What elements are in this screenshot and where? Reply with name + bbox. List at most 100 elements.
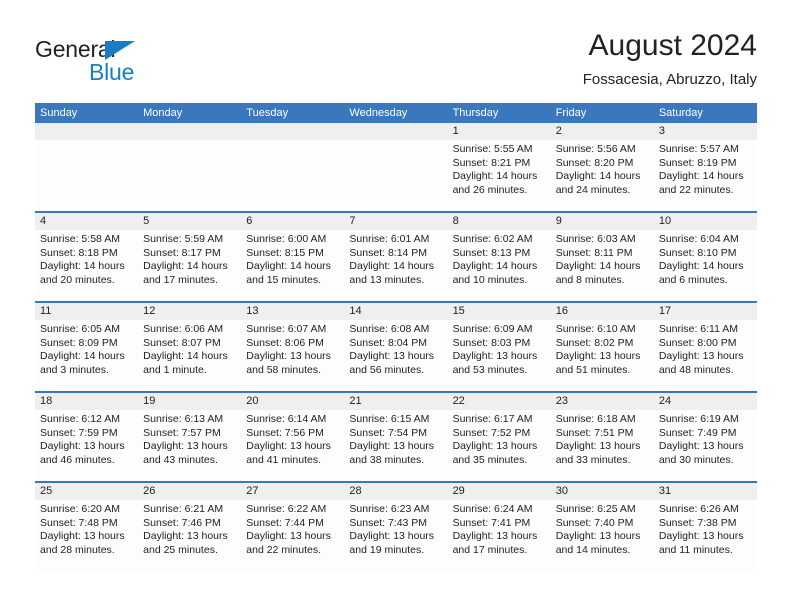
day-detail-line: Daylight: 14 hours (555, 170, 641, 183)
day-number-7[interactable]: 7 (344, 213, 447, 230)
day-detail-line: Daylight: 13 hours (246, 350, 331, 363)
day-cell-6[interactable]: Sunrise: 6:00 AM Sunset: 8:15 PM Daylight:… (241, 230, 344, 301)
day-cell-16[interactable]: Sunrise: 6:10 AM Sunset: 8:02 PM Daylight:… (551, 320, 654, 391)
day-cell-15[interactable]: Sunrise: 6:09 AM Sunset: 8:03 PM Daylight:… (448, 320, 551, 391)
day-detail-line: Sunrise: 6:12 AM (40, 413, 120, 425)
day-detail-line: Sunset: 7:49 PM (658, 426, 737, 439)
day-number-13[interactable]: 13 (241, 303, 344, 320)
day-cell-24[interactable]: Sunrise: 6:19 AM Sunset: 7:49 PM Daylight:… (654, 410, 757, 481)
week-daynumber-band: 18 19 20 21 22 23 24 (35, 393, 757, 410)
day-cell-10[interactable]: Sunrise: 6:04 AM Sunset: 8:10 PM Daylight:… (654, 230, 757, 301)
calendar-week-row: 11 12 13 14 15 16 17 Sunrise: 6:05 AM Sunset: 8:… (35, 301, 757, 391)
day-cell-31[interactable]: Sunrise: 6:26 AM Sunset: 7:38 PM Daylight:… (654, 500, 757, 571)
day-number-22[interactable]: 22 (448, 393, 551, 410)
day-number-23[interactable]: 23 (551, 393, 654, 410)
day-cell-3[interactable]: Sunrise: 5:57 AM Sunset: 8:19 PM Daylight:… (654, 140, 757, 211)
day-cell-18[interactable]: Sunrise: 6:12 AM Sunset: 7:59 PM Daylight:… (35, 410, 138, 481)
day-cell-12[interactable]: Sunrise: 6:06 AM Sunset: 8:07 PM Daylight:… (138, 320, 241, 391)
day-detail-line: and 19 minutes. (349, 543, 425, 556)
day-number-8[interactable]: 8 (448, 213, 551, 230)
day-detail-line: and 25 minutes. (143, 543, 218, 556)
day-number-24[interactable]: 24 (654, 393, 757, 410)
day-detail-line: Sunrise: 6:22 AM (246, 503, 327, 515)
day-number-31[interactable]: 31 (654, 483, 757, 500)
day-cell-28[interactable]: Sunrise: 6:23 AM Sunset: 7:43 PM Daylight:… (344, 500, 447, 571)
week-daynumber-band: 11 12 13 14 15 16 17 (35, 303, 757, 320)
day-number-4[interactable]: 4 (35, 213, 138, 230)
day-detail-line: and 14 minutes. (555, 543, 631, 556)
day-number-14[interactable]: 14 (344, 303, 447, 320)
day-number-29[interactable]: 29 (448, 483, 551, 500)
day-detail-line: Sunset: 7:38 PM (658, 516, 737, 529)
day-number-18[interactable]: 18 (35, 393, 138, 410)
day-number-2[interactable]: 2 (551, 123, 654, 140)
day-detail-line: Daylight: 14 hours (40, 260, 125, 273)
day-number-5[interactable]: 5 (138, 213, 241, 230)
week-detail-band: Sunrise: 6:12 AM Sunset: 7:59 PM Daylight:… (35, 410, 757, 481)
day-detail-line: Daylight: 13 hours (349, 350, 435, 363)
day-number-1[interactable]: 1 (448, 123, 551, 140)
calendar-page: General Blue August 2024 Fossacesia, Abr… (0, 0, 792, 612)
day-cell-30[interactable]: Sunrise: 6:25 AM Sunset: 7:40 PM Daylight:… (551, 500, 654, 571)
day-cell-20[interactable]: Sunrise: 6:14 AM Sunset: 7:56 PM Daylight:… (241, 410, 344, 481)
day-detail-line: Daylight: 13 hours (143, 440, 228, 453)
day-cell-21[interactable]: Sunrise: 6:15 AM Sunset: 7:54 PM Daylight:… (344, 410, 447, 481)
day-number-11[interactable]: 11 (35, 303, 138, 320)
day-detail-line: Sunset: 8:02 PM (555, 336, 634, 349)
day-number-15[interactable]: 15 (448, 303, 551, 320)
day-cell-8[interactable]: Sunrise: 6:02 AM Sunset: 8:13 PM Daylight:… (448, 230, 551, 301)
day-cell-25[interactable]: Sunrise: 6:20 AM Sunset: 7:48 PM Daylight:… (35, 500, 138, 571)
day-cell-11[interactable]: Sunrise: 6:05 AM Sunset: 8:09 PM Daylight:… (35, 320, 138, 391)
day-number-26[interactable]: 26 (138, 483, 241, 500)
day-number-20[interactable]: 20 (241, 393, 344, 410)
day-number-28[interactable]: 28 (344, 483, 447, 500)
day-cell-17[interactable]: Sunrise: 6:11 AM Sunset: 8:00 PM Daylight:… (654, 320, 757, 391)
day-number-16[interactable]: 16 (551, 303, 654, 320)
day-number-3[interactable]: 3 (654, 123, 757, 140)
day-cell-14[interactable]: Sunrise: 6:08 AM Sunset: 8:04 PM Daylight:… (344, 320, 447, 391)
day-detail-line: and 28 minutes. (40, 543, 115, 556)
day-number-30[interactable]: 30 (551, 483, 654, 500)
day-number-9[interactable]: 9 (551, 213, 654, 230)
day-cell-9[interactable]: Sunrise: 6:03 AM Sunset: 8:11 PM Daylight:… (551, 230, 654, 301)
day-detail-line: Sunset: 8:00 PM (658, 336, 737, 349)
day-detail-line: Sunrise: 5:58 AM (40, 233, 120, 245)
day-number-6[interactable]: 6 (241, 213, 344, 230)
week-detail-band: Sunrise: 6:20 AM Sunset: 7:48 PM Daylight:… (35, 500, 757, 571)
day-detail-line: Daylight: 14 hours (143, 260, 228, 273)
day-cell-13[interactable]: Sunrise: 6:07 AM Sunset: 8:06 PM Daylight:… (241, 320, 344, 391)
day-detail-line: and 20 minutes. (40, 273, 115, 286)
day-cell-empty (344, 140, 447, 211)
day-number-21[interactable]: 21 (344, 393, 447, 410)
day-cell-5[interactable]: Sunrise: 5:59 AM Sunset: 8:17 PM Daylight:… (138, 230, 241, 301)
day-detail-line: Sunset: 7:44 PM (246, 516, 324, 529)
day-number-27[interactable]: 27 (241, 483, 344, 500)
day-detail-line: Sunset: 7:54 PM (349, 426, 428, 439)
day-detail-line: Daylight: 13 hours (452, 440, 538, 453)
day-number-19[interactable]: 19 (138, 393, 241, 410)
calendar-week-row: 25 26 27 28 29 30 31 Sunrise: 6:20 AM Sunset: 7:… (35, 481, 757, 571)
day-detail-line: and 17 minutes. (452, 543, 528, 556)
week-daynumber-band: 25 26 27 28 29 30 31 (35, 483, 757, 500)
day-number-17[interactable]: 17 (654, 303, 757, 320)
page-title: August 2024 (588, 29, 757, 62)
day-cell-19[interactable]: Sunrise: 6:13 AM Sunset: 7:57 PM Daylight:… (138, 410, 241, 481)
day-cell-4[interactable]: Sunrise: 5:58 AM Sunset: 8:18 PM Daylight:… (35, 230, 138, 301)
day-detail-line: Sunset: 8:14 PM (349, 246, 428, 259)
day-detail-line: Daylight: 13 hours (40, 440, 125, 453)
day-cell-1[interactable]: Sunrise: 5:55 AM Sunset: 8:21 PM Daylight:… (448, 140, 551, 211)
day-cell-7[interactable]: Sunrise: 6:01 AM Sunset: 8:14 PM Daylight:… (344, 230, 447, 301)
day-detail-line: and 8 minutes. (555, 273, 625, 286)
day-detail-line: Sunrise: 6:08 AM (349, 323, 430, 335)
day-number-12[interactable]: 12 (138, 303, 241, 320)
day-cell-22[interactable]: Sunrise: 6:17 AM Sunset: 7:52 PM Daylight:… (448, 410, 551, 481)
day-cell-23[interactable]: Sunrise: 6:18 AM Sunset: 7:51 PM Daylight:… (551, 410, 654, 481)
day-cell-27[interactable]: Sunrise: 6:22 AM Sunset: 7:44 PM Daylight:… (241, 500, 344, 571)
day-cell-29[interactable]: Sunrise: 6:24 AM Sunset: 7:41 PM Daylight:… (448, 500, 551, 571)
day-number-10[interactable]: 10 (654, 213, 757, 230)
day-number-25[interactable]: 25 (35, 483, 138, 500)
day-detail-line: and 13 minutes. (349, 273, 425, 286)
day-cell-2[interactable]: Sunrise: 5:56 AM Sunset: 8:20 PM Daylight:… (551, 140, 654, 211)
day-detail-line: and 33 minutes. (555, 453, 631, 466)
day-cell-26[interactable]: Sunrise: 6:21 AM Sunset: 7:46 PM Daylight:… (138, 500, 241, 571)
